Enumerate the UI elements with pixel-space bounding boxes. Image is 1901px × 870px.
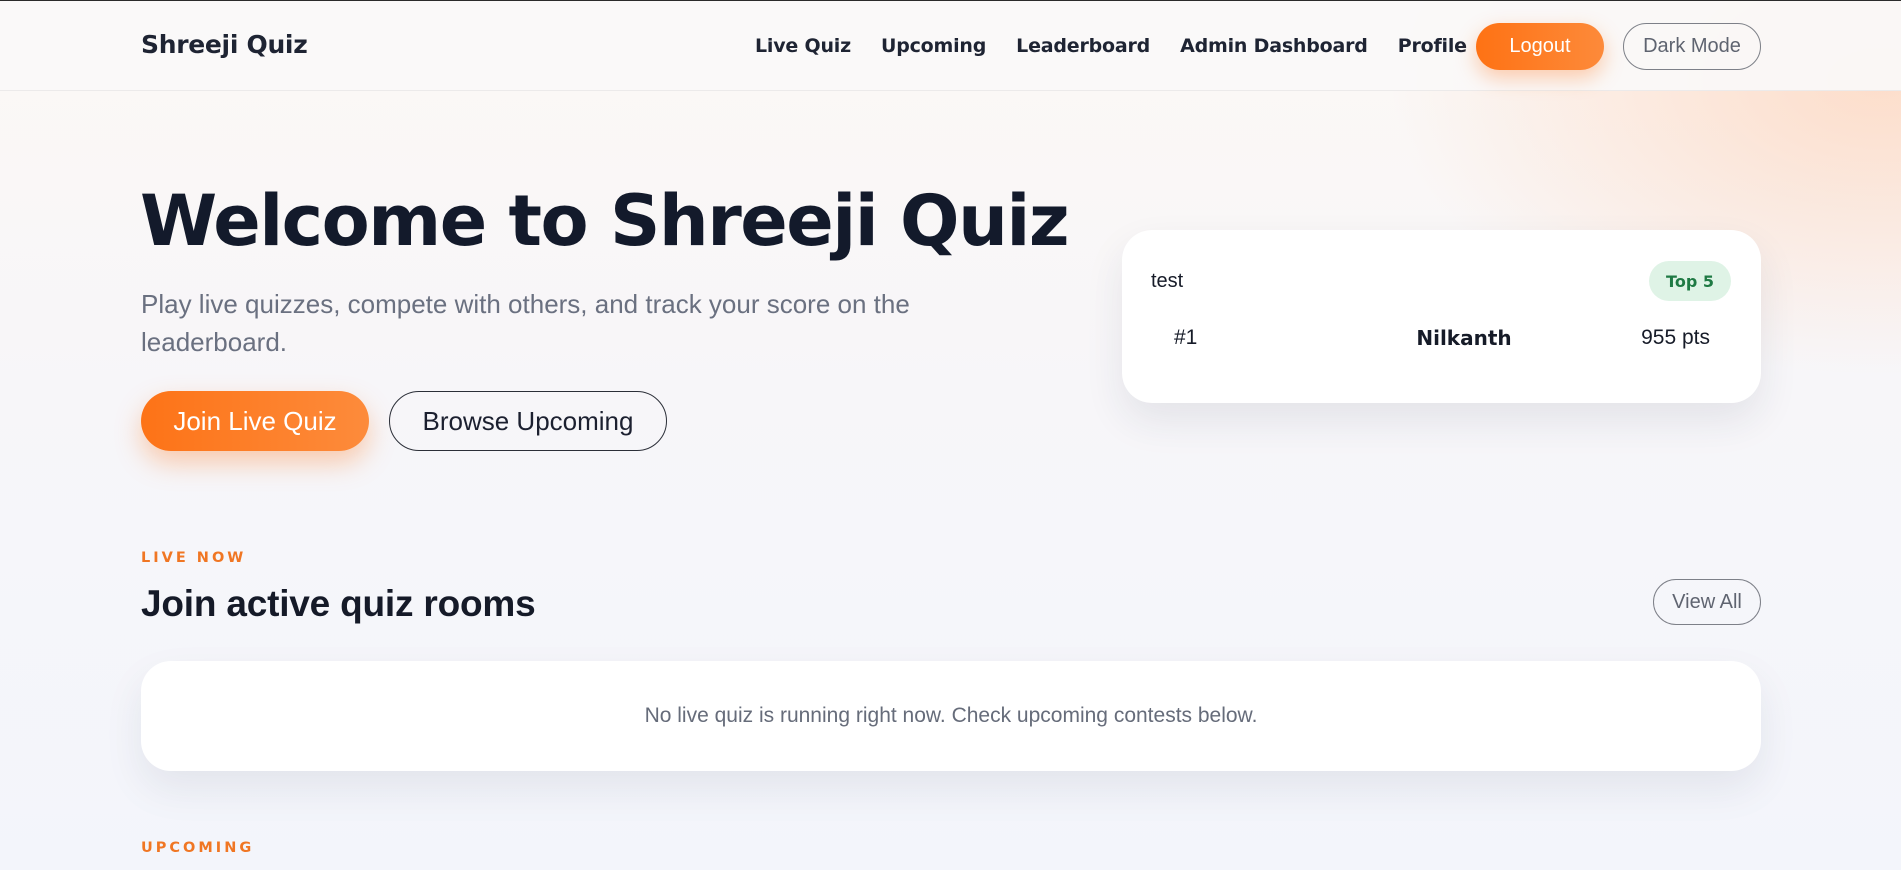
leaderboard-points: 955 pts (1641, 326, 1710, 349)
leaderboard-quiz-title: test (1151, 270, 1184, 292)
leaderboard-name: Nilkanth (1416, 326, 1512, 350)
nav-links: Live Quiz Upcoming Leaderboard Admin Das… (755, 35, 1467, 57)
leaderboard-row: #1 Nilkanth 955 pts (1174, 326, 1729, 356)
empty-state-message: No live quiz is running right now. Check… (644, 704, 1258, 727)
view-all-button[interactable]: View All (1653, 579, 1761, 625)
nav-link-live-quiz[interactable]: Live Quiz (755, 35, 851, 57)
live-quiz-empty-state: No live quiz is running right now. Check… (141, 661, 1761, 771)
hero-title: Welcome to Shreeji Quiz (140, 180, 1070, 262)
window-top-border (0, 0, 1901, 1)
live-section-title: Join active quiz rooms (141, 583, 536, 624)
brand-logo[interactable]: Shreeji Quiz (141, 30, 308, 59)
upcoming-eyebrow: UPCOMING (141, 840, 255, 856)
top-5-badge: Top 5 (1649, 261, 1731, 301)
hero-subtitle: Play live quizzes, compete with others, … (141, 289, 910, 357)
leaderboard-card: test Top 5 #1 Nilkanth 955 pts (1122, 230, 1761, 403)
dark-mode-toggle[interactable]: Dark Mode (1623, 23, 1761, 70)
leaderboard-rank: #1 (1174, 326, 1198, 349)
logout-button[interactable]: Logout (1476, 23, 1604, 70)
join-live-quiz-button[interactable]: Join Live Quiz (141, 391, 369, 451)
browse-upcoming-button[interactable]: Browse Upcoming (389, 391, 667, 451)
nav-link-leaderboard[interactable]: Leaderboard (1016, 35, 1150, 57)
nav-link-upcoming[interactable]: Upcoming (881, 35, 986, 57)
nav-link-admin-dashboard[interactable]: Admin Dashboard (1180, 35, 1368, 57)
live-now-eyebrow: LIVE NOW (141, 550, 247, 566)
navbar: Shreeji Quiz Live Quiz Upcoming Leaderbo… (0, 1, 1901, 91)
nav-link-profile[interactable]: Profile (1398, 35, 1467, 57)
